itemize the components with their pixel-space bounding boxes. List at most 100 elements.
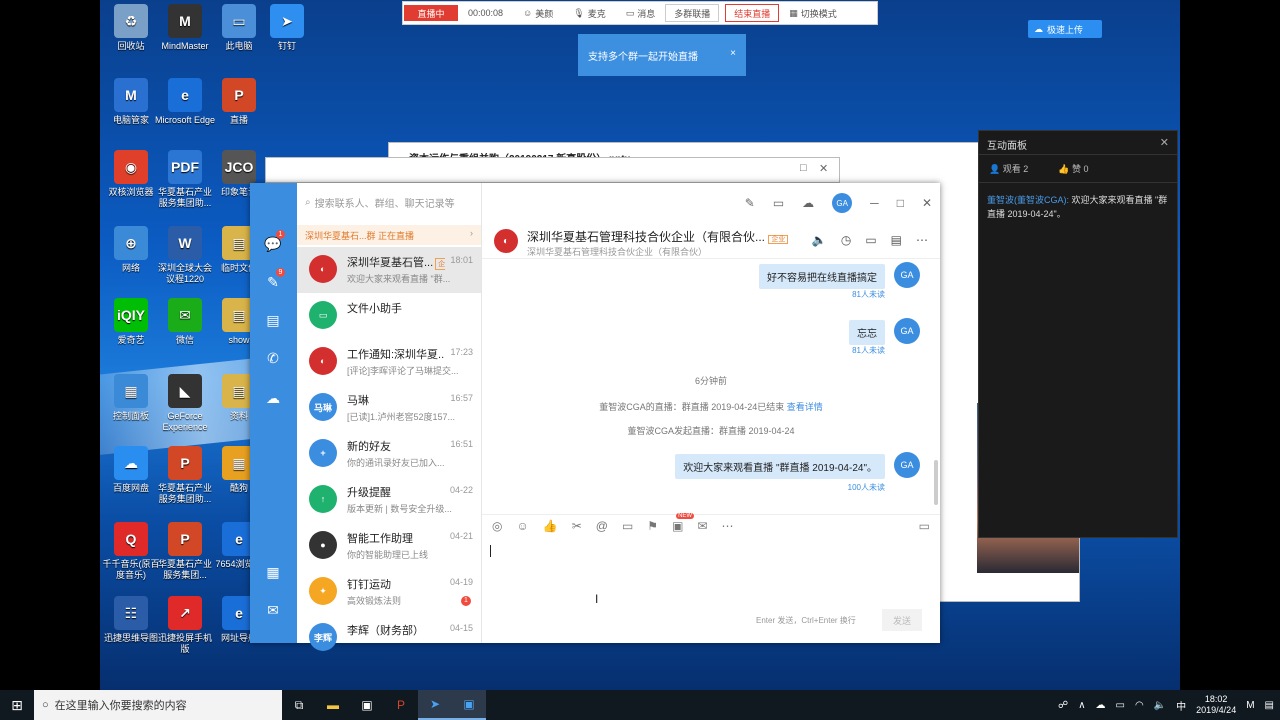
pin-icon[interactable]: ⚑	[647, 519, 658, 533]
video-call-icon[interactable]: ▭	[919, 519, 930, 533]
calendar-icon[interactable]: ▤	[891, 233, 902, 247]
desktop-icon[interactable]: P 华夏基石产业服务集团助...	[154, 446, 216, 505]
maximize-icon[interactable]: □	[897, 196, 904, 210]
more-icon[interactable]: ⋯	[916, 233, 928, 247]
conversation-item[interactable]: ◐ 工作通知:深圳华夏... 17:23 [评论]李晖评论了马琳提交...	[297, 339, 481, 385]
fast-upload-button[interactable]: ☁ 极速上传	[1028, 20, 1102, 38]
powerpoint-icon[interactable]: P	[384, 690, 418, 720]
desktop-icon[interactable]: M 电脑管家	[100, 78, 162, 126]
gif-icon[interactable]: ◎	[492, 519, 502, 533]
desktop-icon[interactable]: W 深圳全球大会议程1220	[154, 226, 216, 285]
cloud-sync-icon[interactable]: ☁	[802, 196, 814, 210]
unread-count[interactable]: 81人未读	[852, 289, 885, 300]
desktop-icon[interactable]: P 直播	[208, 78, 270, 126]
messages-button[interactable]: ▭ 消息	[616, 2, 666, 24]
live-banner[interactable]: 深圳华夏基石...群 正在直播 ›	[297, 225, 481, 245]
desktop-icon[interactable]: P 华夏基石产业服务集团...	[154, 522, 216, 581]
store-icon[interactable]: ▣	[350, 690, 384, 720]
send-button[interactable]: 发送	[882, 609, 922, 631]
cloud-tray-icon[interactable]: ☁	[1096, 700, 1106, 711]
message-input[interactable]: Enter 发送，Ctrl+Enter 换行 发送	[482, 537, 940, 643]
conversation-avatar: +	[309, 439, 337, 467]
unread-count[interactable]: 100人未读	[848, 482, 885, 493]
desktop-icon[interactable]: Q 千千音乐(原百度音乐)	[100, 522, 162, 581]
clock[interactable]: 18:02 2019/4/24	[1196, 694, 1236, 716]
view-details-link[interactable]: 查看详情	[787, 402, 823, 412]
notification-icon[interactable]: ▤	[1265, 700, 1274, 711]
switch-mode-button[interactable]: ▦ 切换模式	[779, 2, 847, 24]
conversation-item[interactable]: + 新的好友 16:51 你的通讯录好友已加入...	[297, 431, 481, 477]
desktop-icon[interactable]: ▦ 控制面板	[100, 374, 162, 422]
cloud-nav-icon[interactable]: ☁	[262, 387, 284, 409]
desktop-icon[interactable]: e Microsoft Edge	[154, 78, 216, 126]
conversation-item[interactable]: ↑ 升级提醒 04-22 版本更新 | 数号安全升级...	[297, 477, 481, 523]
desktop-icon[interactable]: ⊕ 网络	[100, 226, 162, 274]
beauty-button[interactable]: ☺ 美颜	[513, 2, 563, 24]
app-icon: M	[114, 78, 148, 112]
maximize-icon[interactable]: □	[800, 162, 807, 174]
tooltip-close-icon[interactable]: ×	[730, 48, 736, 59]
volume-icon[interactable]: 🔈	[1154, 700, 1166, 711]
desktop-icon[interactable]: ♻ 回收站	[100, 4, 162, 52]
close-icon[interactable]: ✕	[1160, 136, 1169, 149]
conversation-item[interactable]: 李辉 李辉（财务部） 04-15	[297, 615, 481, 661]
phone-nav-icon[interactable]: ✆	[262, 347, 284, 369]
compose-icon[interactable]: ✎	[745, 196, 755, 210]
close-icon[interactable]: ✕	[922, 196, 932, 210]
contacts-nav-icon[interactable]: ▤	[262, 309, 284, 331]
search-box[interactable]: ⌕ 搜索联系人、群组、聊天记录等	[305, 193, 475, 211]
emoji-icon[interactable]: ☺	[516, 519, 528, 533]
end-live-button[interactable]: 结束直播	[725, 4, 780, 22]
chevron-up-icon[interactable]: ∧	[1078, 700, 1085, 711]
conversation-item[interactable]: ✦ 钉钉运动 04-19 高效锻炼法则 1	[297, 569, 481, 615]
desktop-icon[interactable]: ➤ 钉钉	[256, 4, 318, 52]
app-tray-icon[interactable]: M	[1246, 700, 1254, 711]
desktop-icon[interactable]: ◉ 双核浏览器	[100, 150, 162, 198]
task-view-icon[interactable]: ⧉	[282, 690, 316, 720]
desktop-icon[interactable]: ↗ 迅捷投屏手机版	[154, 596, 216, 655]
dingtalk-taskbar-icon[interactable]: ➤	[418, 690, 452, 720]
taskbar-search[interactable]: ○ 在这里输入你要搜索的内容	[34, 690, 282, 720]
multi-group-button[interactable]: 多群联播	[665, 4, 720, 22]
wifi-icon[interactable]: ◠	[1135, 700, 1144, 711]
gift-icon[interactable]: ▣ NEW	[672, 513, 695, 533]
screen-icon[interactable]: ▭	[773, 196, 784, 210]
mail-icon[interactable]: ✉	[697, 519, 707, 533]
app-icon: Q	[114, 522, 148, 556]
desktop-icon[interactable]: ☷ 迅捷思维导图	[100, 596, 162, 644]
more-tools-icon[interactable]: ⋯	[721, 519, 733, 533]
close-icon[interactable]: ✕	[819, 162, 828, 175]
conversation-item[interactable]: ● 智能工作助理 04-21 你的智能助理已上线	[297, 523, 481, 569]
desktop-icon[interactable]: ✉ 微信	[154, 298, 216, 346]
unread-count[interactable]: 81人未读	[852, 345, 885, 356]
live-icon[interactable]: 🔈	[812, 233, 827, 247]
file-icon[interactable]: ▭	[622, 519, 633, 533]
message-scrollbar[interactable]	[934, 460, 938, 505]
minimize-icon[interactable]: ─	[870, 196, 879, 210]
battery-icon[interactable]: ▭	[1116, 700, 1125, 711]
scissors-icon[interactable]: ✂	[572, 519, 582, 533]
desktop-icon[interactable]: ☁ 百度网盘	[100, 446, 162, 494]
mention-icon[interactable]: @	[596, 519, 608, 533]
screen-capture-icon[interactable]: ▣	[452, 690, 486, 720]
desktop-icon[interactable]: ◣ GeForce Experience	[154, 374, 216, 433]
mic-button[interactable]: 🎙 麦克	[563, 2, 615, 24]
like-icon[interactable]: 👍	[543, 519, 558, 533]
conversation-item[interactable]: ▭ 文件小助手	[297, 293, 481, 339]
ime-indicator[interactable]: 中	[1176, 698, 1186, 713]
mail-nav-icon[interactable]: ✉	[262, 599, 284, 621]
folder-icon[interactable]: ▭	[865, 233, 876, 247]
conversation-avatar: ✦	[309, 577, 337, 605]
windows-start-icon[interactable]: ⊞	[0, 690, 34, 720]
conversation-avatar: ◐	[309, 347, 337, 375]
video-meeting-icon[interactable]: ◷	[841, 233, 851, 247]
apps-nav-icon[interactable]: ▦	[262, 561, 284, 583]
conversation-item[interactable]: ◐ 深圳华夏基石管...企业 18:01 欢迎大家来观看直播 "群...	[297, 247, 481, 293]
file-explorer-icon[interactable]: ▬	[316, 690, 350, 720]
desktop-icon[interactable]: PDF 华夏基石产业服务集团助...	[154, 150, 216, 209]
desktop-icon[interactable]: M MindMaster	[154, 4, 216, 52]
person-icon[interactable]: ☍	[1058, 700, 1068, 711]
conversation-item[interactable]: 马琳 马琳 16:57 [已读]1.泸州老窖52度157...	[297, 385, 481, 431]
user-avatar[interactable]: GA	[832, 193, 853, 213]
desktop-icon[interactable]: iQIY 爱奇艺	[100, 298, 162, 346]
